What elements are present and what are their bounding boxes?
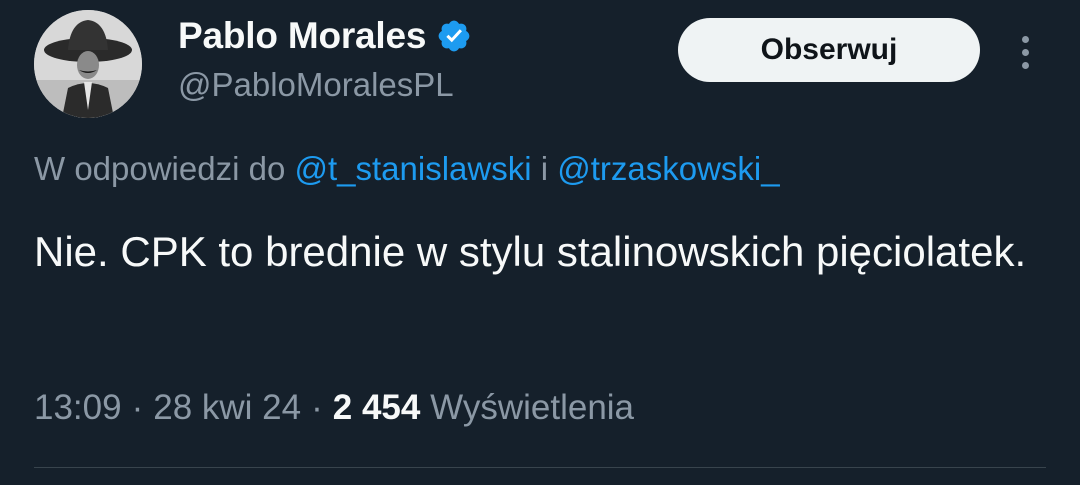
tweet-card: Pablo Morales @PabloMoralesPL Obserwuj W… — [0, 0, 1080, 485]
views-count: 2 454 — [332, 388, 421, 427]
meta-separator: · — [311, 388, 323, 427]
follow-button[interactable]: Obserwuj — [678, 18, 980, 82]
avatar[interactable] — [34, 10, 142, 118]
tweet-time[interactable]: 13:09 — [34, 388, 122, 427]
tweet-text: Nie. CPK to brednie w stylu stalinowskic… — [34, 228, 1027, 275]
verified-badge-icon[interactable] — [436, 18, 472, 54]
more-vertical-icon[interactable] — [1008, 30, 1042, 74]
author-display-name[interactable]: Pablo Morales — [178, 15, 426, 57]
reply-mention-t-stanislawski[interactable]: @t_stanislawski — [294, 150, 531, 187]
reply-context: W odpowiedzi do @t_stanislawski i @trzas… — [34, 150, 780, 188]
views-label: Wyświetlenia — [430, 388, 635, 427]
reply-prefix: W odpowiedzi do — [34, 150, 295, 187]
reply-mention-trzaskowski[interactable]: @trzaskowski_ — [557, 150, 779, 187]
avatar-image — [34, 10, 142, 118]
tweet-date[interactable]: 28 kwi 24 — [153, 388, 301, 427]
divider — [34, 467, 1046, 468]
meta-separator: · — [131, 388, 144, 427]
reply-conjunction: i — [531, 150, 558, 187]
author-handle[interactable]: @PabloMoralesPL — [178, 66, 454, 104]
tweet-meta: 13:09 · 28 kwi 24 · 2 454 Wyświetlenia — [34, 388, 634, 428]
author-name-row: Pablo Morales — [178, 14, 472, 58]
